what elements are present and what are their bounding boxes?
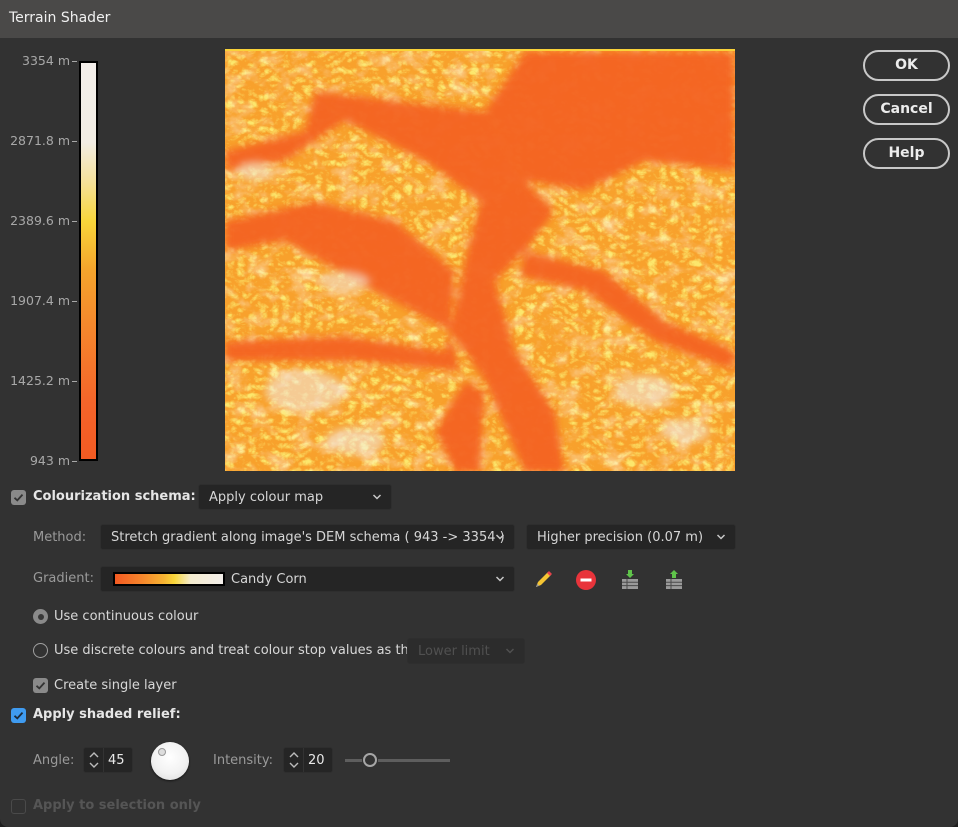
remove-gradient-button[interactable] [574, 568, 598, 592]
intensity-spinbox[interactable]: 20 [283, 747, 333, 773]
gradient-label: Gradient: [33, 571, 94, 586]
shaded-relief-label: Apply shaded relief: [33, 707, 181, 722]
up-down-arrows-icon [89, 752, 99, 768]
terrain-preview-image [225, 51, 735, 471]
intensity-stepper[interactable] [284, 748, 304, 772]
elevation-legend: 3354 m 2871.8 m 2389.6 m 1907.4 m 1425.2… [0, 50, 110, 470]
legend-tick [72, 461, 77, 462]
discrete-colour-label: Use discrete colours and treat colour st… [54, 643, 422, 658]
angle-dial-indicator [158, 748, 166, 756]
gradient-select[interactable]: Candy Corn [100, 566, 515, 592]
import-icon [622, 570, 638, 589]
pencil-icon [536, 571, 552, 587]
legend-tick [72, 61, 77, 62]
check-icon [13, 711, 24, 720]
schema-value: Apply colour map [209, 490, 324, 505]
selection-only-label: Apply to selection only [33, 798, 201, 813]
method-select[interactable]: Stretch gradient along image's DEM schem… [100, 524, 515, 550]
chevron-down-icon [495, 534, 505, 540]
angle-value: 45 [108, 753, 125, 768]
angle-stepper[interactable] [84, 748, 104, 772]
dialog-title: Terrain Shader [9, 10, 111, 26]
chevron-down-icon [495, 576, 505, 582]
import-gradient-button[interactable] [618, 568, 642, 592]
elevation-gradient-bar [79, 61, 98, 461]
check-icon [13, 493, 24, 502]
discrete-mode-select: Lower limit [407, 638, 525, 664]
angle-dial[interactable] [151, 742, 189, 780]
check-icon [35, 681, 46, 690]
legend-tick [72, 301, 77, 302]
slider-thumb[interactable] [362, 753, 377, 767]
discrete-mode-value: Lower limit [418, 644, 490, 659]
legend-label-max: 3354 m [22, 53, 70, 68]
help-button[interactable]: Help [863, 138, 950, 169]
gradient-swatch [113, 572, 225, 586]
discrete-colour-radio[interactable] [33, 643, 48, 658]
angle-spinbox[interactable]: 45 [83, 747, 133, 773]
single-layer-label: Create single layer [54, 678, 177, 693]
colourization-checkbox[interactable] [11, 490, 26, 505]
chevron-down-icon [372, 494, 382, 500]
precision-value: Higher precision (0.07 m) [537, 530, 704, 545]
continuous-colour-radio[interactable] [33, 609, 48, 624]
remove-icon [576, 570, 596, 590]
export-icon [666, 570, 682, 589]
terrain-shader-dialog: Terrain Shader 3354 m 2871.8 m 2389.6 m … [0, 0, 958, 827]
legend-tick [72, 381, 77, 382]
up-down-arrows-icon [289, 752, 299, 768]
selection-only-checkbox [11, 799, 26, 814]
intensity-value: 20 [308, 753, 325, 768]
shaded-relief-checkbox[interactable] [11, 708, 26, 723]
colourization-label: Colourization schema: [33, 489, 196, 504]
single-layer-checkbox[interactable] [33, 678, 48, 693]
legend-label-min: 943 m [29, 453, 70, 468]
legend-tick [72, 141, 77, 142]
legend-label: 1907.4 m [10, 293, 70, 308]
gradient-name: Candy Corn [231, 572, 307, 587]
intensity-label: Intensity: [213, 753, 274, 768]
export-gradient-button[interactable] [662, 568, 686, 592]
legend-label: 2871.8 m [10, 133, 70, 148]
slider-track[interactable] [377, 759, 450, 762]
continuous-colour-label: Use continuous colour [54, 609, 199, 624]
edit-gradient-button[interactable] [531, 568, 555, 592]
ok-button[interactable]: OK [863, 50, 950, 81]
precision-select[interactable]: Higher precision (0.07 m) [526, 524, 736, 550]
chevron-down-icon [505, 648, 515, 654]
terrain-preview [225, 49, 735, 471]
schema-select[interactable]: Apply colour map [198, 484, 392, 510]
chevron-down-icon [716, 534, 726, 540]
cancel-button[interactable]: Cancel [863, 94, 950, 125]
title-bar[interactable]: Terrain Shader [0, 0, 958, 38]
method-value: Stretch gradient along image's DEM schem… [111, 530, 505, 545]
legend-label: 2389.6 m [10, 213, 70, 228]
angle-label: Angle: [33, 753, 75, 768]
slider-track[interactable] [345, 759, 362, 762]
method-label: Method: [33, 530, 87, 545]
legend-tick [72, 221, 77, 222]
legend-label: 1425.2 m [10, 373, 70, 388]
